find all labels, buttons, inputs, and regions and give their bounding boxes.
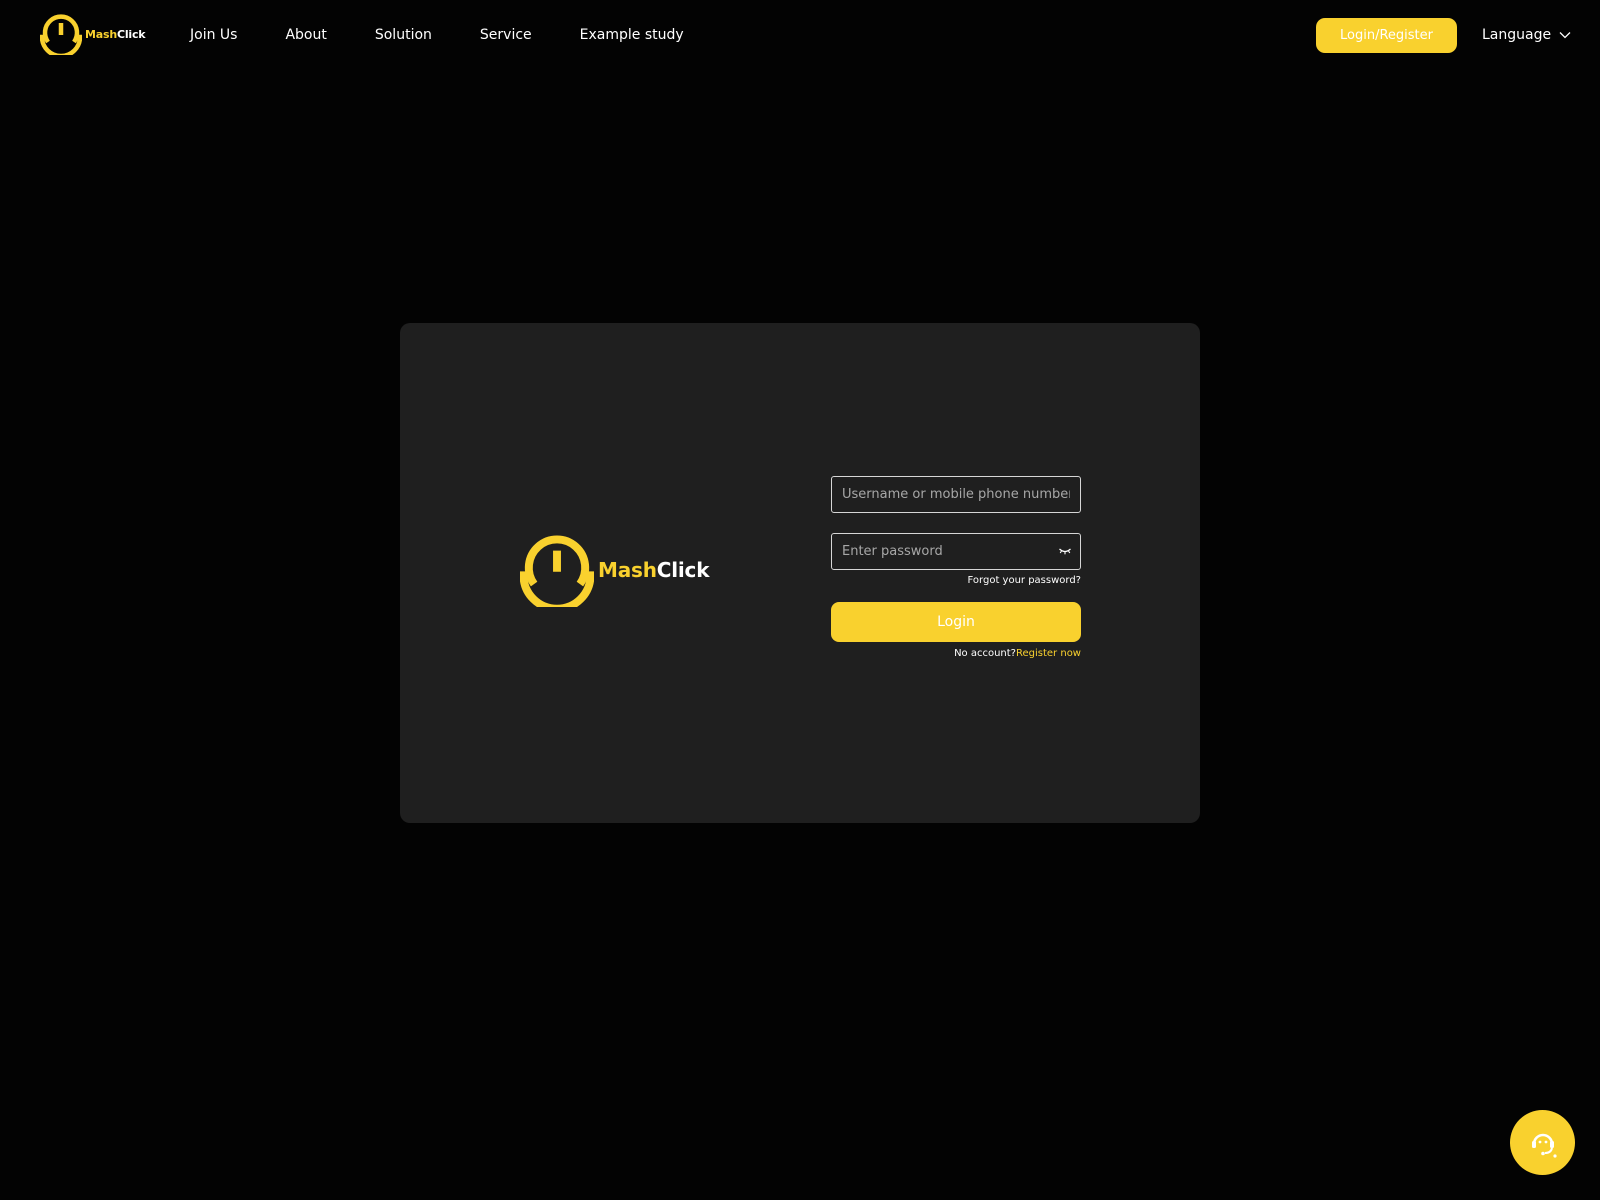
login-button[interactable]: Login (831, 602, 1081, 642)
username-field-wrap (831, 476, 1081, 513)
chevron-down-icon (1559, 32, 1571, 39)
nav-service[interactable]: Service (480, 27, 532, 43)
username-input[interactable] (831, 476, 1081, 513)
brand-wordmark: MashClick (598, 558, 710, 582)
card-logo: MashClick (520, 533, 709, 607)
login-register-button[interactable]: Login/Register (1316, 18, 1457, 53)
main-nav: Join Us About Solution Service Example s… (190, 24, 732, 46)
nav-example-study[interactable]: Example study (580, 27, 684, 43)
header-logo[interactable]: MashClick (40, 13, 146, 55)
forgot-password-link[interactable]: Forgot your password? (831, 575, 1081, 586)
eye-closed-icon[interactable] (1058, 545, 1072, 557)
nav-about[interactable]: About (285, 27, 326, 43)
password-input[interactable] (831, 533, 1081, 570)
site-header: MashClick Join Us About Solution Service… (0, 0, 1600, 70)
nav-solution[interactable]: Solution (375, 27, 432, 43)
language-label: Language (1482, 27, 1552, 43)
login-form: Forgot your password? Login No account?R… (831, 476, 1081, 659)
login-card: MashClick Forgot your password? Login No… (400, 323, 1200, 823)
brand-wordmark: MashClick (85, 27, 146, 41)
register-prompt: No account?Register now (831, 648, 1081, 659)
power-logo-icon (520, 535, 594, 607)
customer-service-icon (1531, 1133, 1557, 1158)
nav-join-us[interactable]: Join Us (190, 27, 237, 43)
register-now-link[interactable]: Register now (1016, 648, 1081, 659)
no-account-text: No account? (954, 648, 1016, 659)
language-selector[interactable]: Language (1482, 24, 1571, 46)
power-logo-icon (40, 14, 82, 55)
password-field-wrap (831, 533, 1081, 570)
customer-service-button[interactable] (1510, 1110, 1575, 1175)
